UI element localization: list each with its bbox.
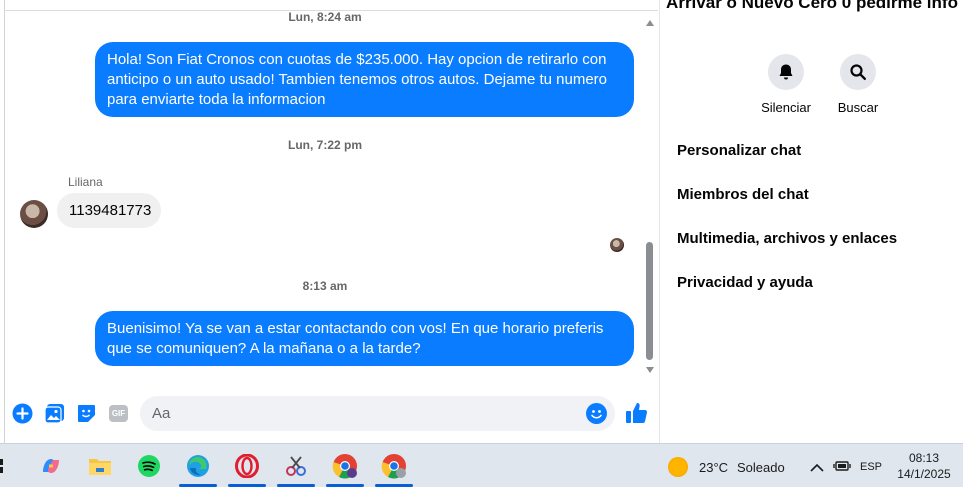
plus-icon[interactable] xyxy=(12,403,33,424)
bell-icon[interactable] xyxy=(768,54,804,90)
chrome-profile-icon[interactable] xyxy=(381,453,407,479)
row-label: Privacidad y ayuda xyxy=(677,274,813,291)
edge-icon[interactable] xyxy=(185,453,211,479)
weather-condition[interactable]: Soleado xyxy=(737,460,785,475)
system-clock[interactable]: 08:13 14/1/2025 xyxy=(895,450,953,482)
gif-label: GIF xyxy=(109,405,128,422)
chrome-icon[interactable] xyxy=(332,453,358,479)
copilot-icon[interactable] xyxy=(38,453,64,479)
message-input[interactable]: Aa xyxy=(140,396,615,431)
sun-icon[interactable] xyxy=(668,457,688,477)
message-input-placeholder: Aa xyxy=(152,405,171,422)
incoming-message[interactable]: 1139481773 xyxy=(57,193,161,228)
spotify-icon[interactable] xyxy=(136,453,162,479)
chat-border xyxy=(4,0,5,443)
photo-icon[interactable] xyxy=(44,403,65,424)
mute-label: Silenciar xyxy=(761,100,811,115)
scrollbar-thumb[interactable] xyxy=(646,242,653,360)
contact-avatar[interactable] xyxy=(20,200,48,228)
chat-title: Arrivar o Nuevo Cero 0 pedirme info xyxy=(666,0,958,12)
snipping-tool-icon[interactable] xyxy=(283,453,309,479)
opera-icon[interactable] xyxy=(234,453,260,479)
outgoing-message[interactable]: Buenisimo! Ya se van a estar contactando… xyxy=(95,311,634,366)
customize-chat-row[interactable]: Personalizar chat xyxy=(677,142,963,159)
chat-area: Lun, 8:24 am Hola! Son Fiat Cronos con c… xyxy=(0,0,660,443)
media-files-links-row[interactable]: Multimedia, archivos y enlaces xyxy=(677,230,963,247)
search-action[interactable]: Buscar xyxy=(823,54,893,115)
thumbs-up-icon[interactable] xyxy=(625,401,649,425)
chat-members-row[interactable]: Miembros del chat xyxy=(677,186,963,203)
scroll-down-arrow-icon[interactable] xyxy=(646,367,654,373)
mute-action[interactable]: Silenciar xyxy=(751,54,821,115)
message-timestamp: Lun, 7:22 pm xyxy=(287,138,362,152)
emoji-icon[interactable] xyxy=(586,403,607,424)
privacy-help-row[interactable]: Privacidad y ayuda xyxy=(677,274,963,291)
clock-time: 08:13 xyxy=(908,451,940,465)
clock-date: 14/1/2025 xyxy=(897,467,951,481)
message-timestamp: Lun, 8:24 am xyxy=(288,10,362,24)
message-timestamp: 8:13 am xyxy=(302,279,348,293)
network-icon[interactable] xyxy=(833,459,851,473)
windows-taskbar: 23°C Soleado ESP xyxy=(0,443,963,487)
language-indicator[interactable]: ESP xyxy=(860,461,882,473)
row-label: Miembros del chat xyxy=(677,186,809,203)
weather-temperature[interactable]: 23°C xyxy=(699,460,728,475)
gif-icon[interactable]: GIF xyxy=(108,403,129,424)
scroll-up-arrow-icon[interactable] xyxy=(646,20,654,26)
search-icon[interactable] xyxy=(840,54,876,90)
read-receipt-avatar xyxy=(610,238,624,252)
widgets-icon[interactable] xyxy=(0,453,8,479)
search-label: Buscar xyxy=(837,100,879,115)
chat-info-panel: Arrivar o Nuevo Cero 0 pedirme info Sile… xyxy=(661,0,963,443)
row-label: Multimedia, archivos y enlaces xyxy=(677,230,898,247)
row-label: Personalizar chat xyxy=(677,142,802,159)
sticker-icon[interactable] xyxy=(76,403,97,424)
chevron-up-icon[interactable] xyxy=(810,460,824,472)
file-explorer-icon[interactable] xyxy=(87,453,113,479)
sender-name: Liliana xyxy=(68,175,103,189)
outgoing-message[interactable]: Hola! Son Fiat Cronos con cuotas de $235… xyxy=(95,42,634,117)
